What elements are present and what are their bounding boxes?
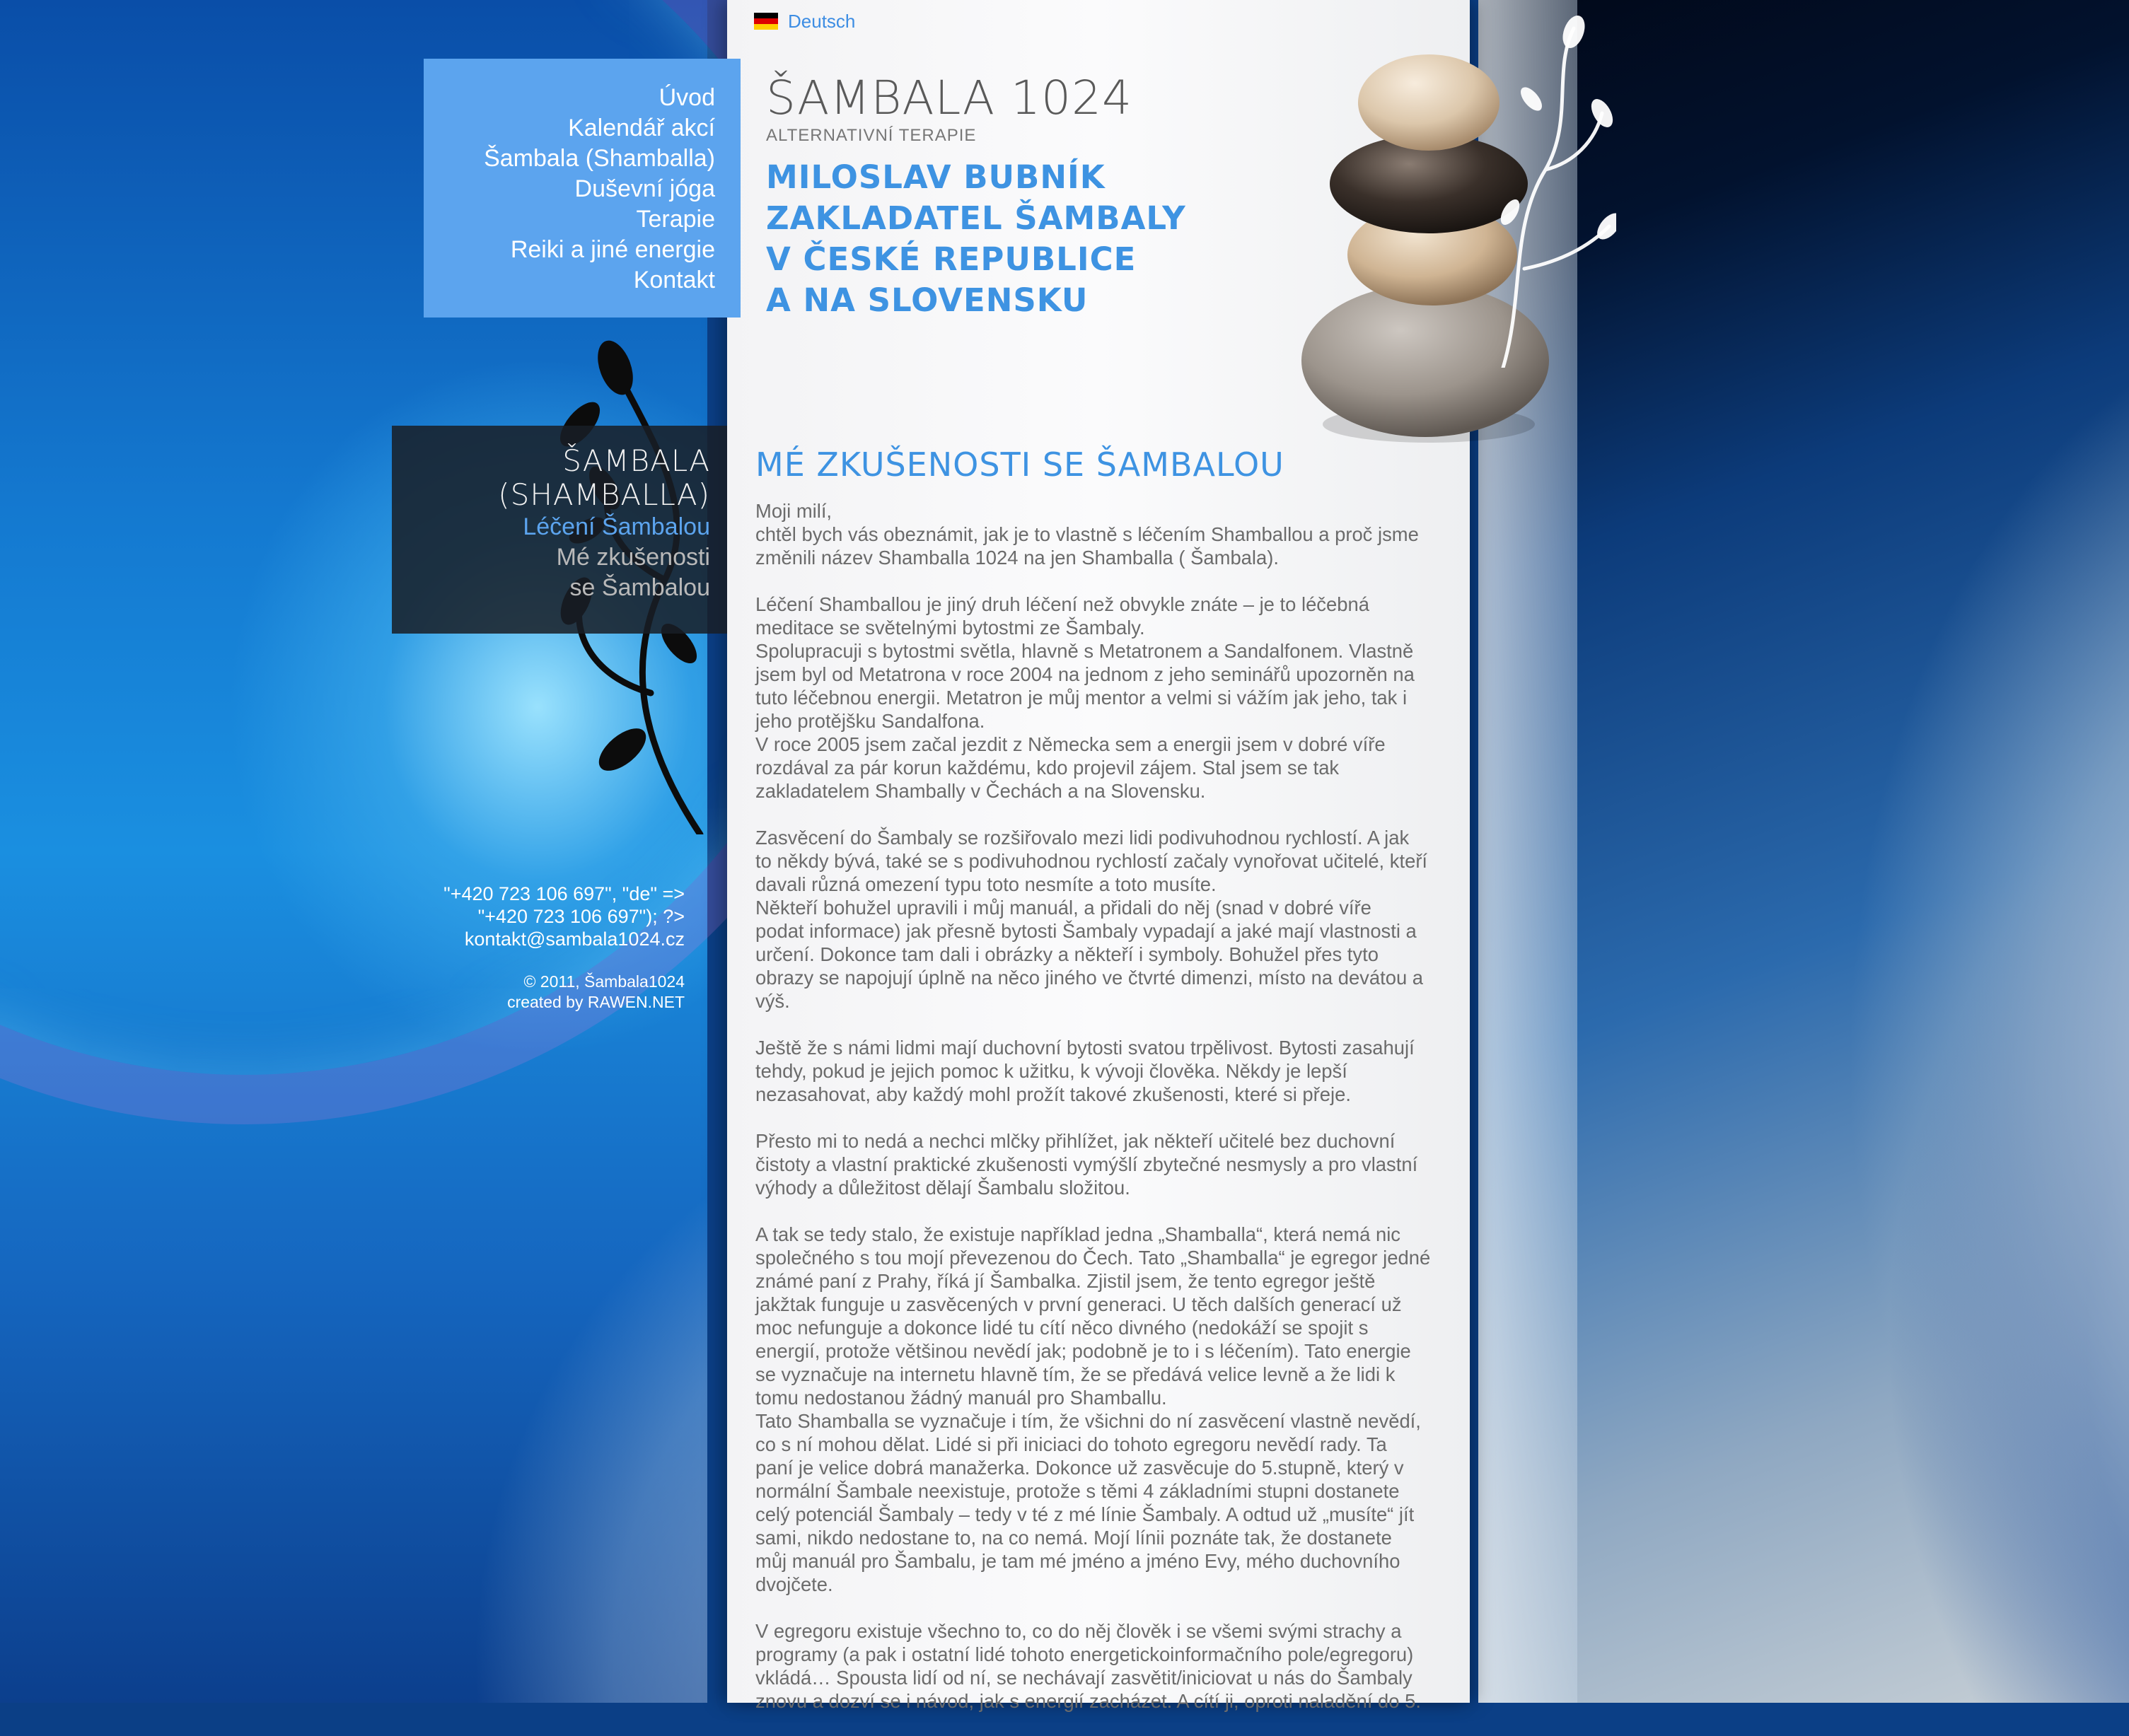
- article-line: normální Šambale neexistuje, protože s t…: [755, 1480, 1400, 1502]
- sub-navigation: ŠAMBALA (SHAMBALLA) Léčení Šambalou Mé z…: [392, 426, 727, 634]
- article-line: V egregoru existuje všechno to, co do ně…: [755, 1620, 1402, 1642]
- article-line: rozdával za pár korun každému, kdo proje…: [755, 757, 1340, 779]
- founder-line: MILOSLAV BUBNÍK: [766, 158, 1106, 196]
- subnav-item-leceni-sambalou[interactable]: Léčení Šambalou: [392, 512, 710, 542]
- language-switch-link[interactable]: Deutsch: [754, 8, 855, 34]
- article-line: výhody a důležitost dělají Šambalu složi…: [755, 1177, 1130, 1199]
- nav-item-kontakt[interactable]: Kontakt: [424, 265, 715, 296]
- article-line: chtěl bych vás obeznámit, jak je to vlas…: [755, 523, 1419, 545]
- article-line: Tato Shamballa se vyznačuje i tím, že vš…: [755, 1410, 1421, 1432]
- language-switch-label: Deutsch: [788, 10, 856, 32]
- subnav-item-label: Mé zkušenosti: [556, 544, 710, 571]
- article-line: meditace se světelnými bytostmi ze Šamba…: [755, 617, 1145, 639]
- article-line: nezasahovat, aby každý mohl prožít takov…: [755, 1083, 1351, 1105]
- site-subtitle: ALTERNATIVNÍ TERAPIE: [766, 126, 977, 145]
- article-line: znovu a dozví se i návod, jak s energií …: [755, 1690, 1421, 1712]
- founder-heading: MILOSLAV BUBNÍK ZAKLADATEL ŠAMBALY V ČES…: [766, 157, 1219, 321]
- article-line: známé paní z Prahy, říká jí Šambalka. Zj…: [755, 1270, 1376, 1292]
- nav-item-dusevni-joga[interactable]: Duševní jóga: [424, 174, 715, 204]
- subnav-title: (SHAMBALLA): [498, 477, 710, 512]
- article-line: čistoty a vlastní praktické zkušenosti v…: [755, 1153, 1418, 1175]
- article-line: Léčení Shamballou je jiný druh léčení ne…: [755, 593, 1369, 615]
- article-line: výš.: [755, 990, 790, 1012]
- credit-text: created by RAWEN.NET: [507, 993, 685, 1011]
- article-line: V roce 2005 jsem začal jezdit z Německa …: [755, 733, 1386, 755]
- article-line: paní je velice dobrá manažerka. Dokonce …: [755, 1457, 1404, 1479]
- article-paragraph: Ještě že s námi lidmi mají duchovní byto…: [755, 1036, 1453, 1106]
- article-line: tuto léčebnou energii. Metatron je můj m…: [755, 687, 1408, 709]
- article-paragraph: Moji milí, chtěl bych vás obeznámit, jak…: [755, 499, 1453, 569]
- article-paragraph: V egregoru existuje všechno to, co do ně…: [755, 1619, 1453, 1713]
- article-paragraph: A tak se tedy stalo, že existuje napříkl…: [755, 1223, 1453, 1596]
- article-line: Moji milí,: [755, 500, 833, 522]
- contact-block: "+420 723 106 697", "de" => "+420 723 10…: [396, 882, 685, 950]
- article-line: jsem byl od Metatrona v roce 2004 na jed…: [755, 663, 1415, 685]
- subnav-title: ŠAMBALA: [562, 443, 710, 478]
- contact-phone-line: "+420 723 106 697"); ?>: [477, 906, 685, 927]
- decorative-vine-right: [1500, 15, 1616, 368]
- contact-email-link[interactable]: kontakt@sambala1024.cz: [396, 928, 685, 950]
- founder-line: V ČESKÉ REPUBLICE: [766, 240, 1137, 278]
- german-flag-icon: [754, 13, 778, 30]
- article-line: společného s tou mojí převezenou do Čech…: [755, 1247, 1431, 1269]
- article-line: můj manuál pro Šambalu, je tam mé jméno …: [755, 1550, 1400, 1572]
- article-line: to někdy bývá, také se s podivuhodnou ry…: [755, 850, 1428, 872]
- copyright-text: © 2011, Šambala1024: [523, 972, 685, 991]
- article-title: MÉ ZKUŠENOSTI SE ŠAMBALOU: [755, 445, 1284, 484]
- nav-item-reiki[interactable]: Reiki a jiné energie: [424, 235, 715, 265]
- article-line: Zasvěcení do Šambaly se rozšiřovalo mezi…: [755, 827, 1410, 849]
- nav-item-terapie[interactable]: Terapie: [424, 204, 715, 235]
- article-line: určení. Dokonce tam dali i obrázky a něk…: [755, 943, 1379, 965]
- article-line: Ještě že s námi lidmi mají duchovní byto…: [755, 1037, 1415, 1059]
- nav-item-kalendar-akci[interactable]: Kalendář akcí: [424, 113, 715, 144]
- article-line: sami, nikdo nedostane to, na co nemá. Mo…: [755, 1527, 1392, 1549]
- founder-line: A NA SLOVENSKU: [766, 281, 1089, 319]
- nav-item-uvod[interactable]: Úvod: [424, 83, 715, 113]
- subnav-item-label: se Šambalou: [569, 574, 710, 601]
- contact-phone-line: "+420 723 106 697", "de" =>: [443, 883, 685, 904]
- article-line: Spolupracuji s bytostmi světla, hlavně s…: [755, 640, 1414, 662]
- article-line: moc nefunguje a dokonce lidé tu cítí něc…: [755, 1317, 1369, 1339]
- article-line: celý potenciál Šambaly – tedy v té z mé …: [755, 1503, 1415, 1525]
- article-paragraph: Léčení Shamballou je jiný druh léčení ne…: [755, 593, 1453, 803]
- article-line: dvojčete.: [755, 1573, 833, 1595]
- article-line: změnili název Shamballa 1024 na jen Sham…: [755, 547, 1279, 569]
- footer-block: © 2011, Šambala1024 created by RAWEN.NET: [396, 972, 685, 1013]
- article-line: davali různá omezení typu toto nesmíte a…: [755, 873, 1217, 895]
- nav-item-sambala[interactable]: Šambala (Shamballa): [424, 144, 715, 174]
- founder-line: ZAKLADATEL ŠAMBALY: [766, 199, 1186, 237]
- subnav-item-me-zkusenosti[interactable]: Mé zkušenosti se Šambalou: [392, 542, 710, 603]
- article-line: jakžtak funguje u zasvěcených v první ge…: [755, 1293, 1402, 1315]
- article-line: vkládá… Spousta lidí od ní, se nechávají…: [755, 1667, 1412, 1689]
- article-line: se vyznačuje na internetu hlavně tím, že…: [755, 1363, 1396, 1385]
- article-paragraph: Zasvěcení do Šambaly se rozšiřovalo mezi…: [755, 826, 1453, 1013]
- article-body: Moji milí, chtěl bych vás obeznámit, jak…: [755, 499, 1453, 1736]
- article-paragraph: Přesto mi to nedá a nechci mlčky přihlíž…: [755, 1129, 1453, 1199]
- article-line: Přesto mi to nedá a nechci mlčky přihlíž…: [755, 1130, 1396, 1152]
- article-line: Někteří bohužel upravili i můj manuál, a…: [755, 897, 1371, 919]
- article-line: co s ní mohou dělat. Lidé si při iniciac…: [755, 1433, 1387, 1455]
- article-line: tehdy, pokud je jejich pomoc k užitku, k…: [755, 1060, 1347, 1082]
- article-line: obrazy se napojují úplně na něco jiného …: [755, 967, 1424, 989]
- article-line: tomu nedostanou žádný manuál pro Shambal…: [755, 1387, 1167, 1409]
- article-line: A tak se tedy stalo, že existuje napříkl…: [755, 1223, 1400, 1245]
- article-line: energií, protože většinou nevědí jak; po…: [755, 1340, 1411, 1362]
- article-line: programy (a pak i ostatní lidé tohoto en…: [755, 1643, 1414, 1665]
- article-line: jeho protějšku Sandalfona.: [755, 710, 985, 732]
- site-title: ŠAMBALA 1024: [766, 71, 1132, 125]
- article-line: zakladatelem Shambally v Čechách a na Sl…: [755, 780, 1206, 802]
- main-navigation: Úvod Kalendář akcí Šambala (Shamballa) D…: [424, 59, 741, 318]
- article-line: podat informace) jak přesně bytosti Šamb…: [755, 920, 1417, 942]
